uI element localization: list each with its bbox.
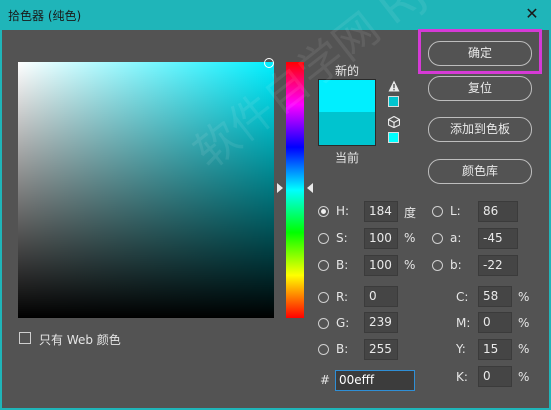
input-b-blue[interactable]: 255 <box>364 339 398 360</box>
add-to-swatches-button[interactable]: 添加到色板 <box>428 117 532 142</box>
new-color-label: 新的 <box>334 64 359 78</box>
radio-s[interactable] <box>318 233 329 244</box>
radio-g[interactable] <box>318 318 329 329</box>
warning-triangle-icon[interactable] <box>388 80 400 92</box>
label-l: L: <box>450 204 461 218</box>
title-bar: 拾色器 (纯色) ✕ <box>0 0 551 30</box>
unit-c: % <box>518 290 530 304</box>
label-g: G: <box>336 316 350 330</box>
cube-icon[interactable] <box>388 116 400 128</box>
input-b-brightness[interactable]: 100 <box>364 255 398 276</box>
label-y: Y: <box>456 342 466 356</box>
input-y[interactable]: 15 <box>478 339 512 360</box>
reset-button[interactable]: 复位 <box>428 76 532 101</box>
unit-b-brightness: % <box>404 258 416 272</box>
new-color-swatch <box>318 79 376 112</box>
radio-b-blue[interactable] <box>318 344 329 355</box>
input-m[interactable]: 0 <box>478 312 512 333</box>
input-g[interactable]: 239 <box>364 312 398 333</box>
label-a: a: <box>450 231 462 245</box>
hue-slider[interactable] <box>286 62 304 318</box>
close-icon[interactable]: ✕ <box>523 4 541 24</box>
input-s[interactable]: 100 <box>364 228 398 249</box>
color-libraries-button[interactable]: 颜色库 <box>428 159 532 184</box>
window-title: 拾色器 (纯色) <box>8 9 82 23</box>
label-b-blue: B: <box>336 342 349 356</box>
label-s: S: <box>336 231 348 245</box>
label-c: C: <box>456 290 469 304</box>
label-k: K: <box>456 370 468 384</box>
radio-h[interactable] <box>318 206 329 217</box>
color-field[interactable] <box>18 62 274 318</box>
input-a[interactable]: -45 <box>478 228 518 249</box>
hue-slider-handle-left[interactable] <box>277 183 283 193</box>
hex-label: # <box>320 373 331 387</box>
radio-b-brightness[interactable] <box>318 260 329 271</box>
input-b-lab[interactable]: -22 <box>478 255 518 276</box>
hue-slider-handle-right[interactable] <box>307 183 313 193</box>
unit-h: 度 <box>404 206 417 220</box>
input-k[interactable]: 0 <box>478 366 512 387</box>
window-border-left <box>0 30 2 410</box>
label-b-brightness: B: <box>336 258 349 272</box>
web-only-checkbox[interactable] <box>19 332 31 344</box>
radio-a[interactable] <box>432 233 443 244</box>
label-m: M: <box>456 316 471 330</box>
label-r: R: <box>336 290 349 304</box>
radio-b-lab[interactable] <box>432 260 443 271</box>
color-field-cursor[interactable] <box>264 58 274 68</box>
label-b-lab: b: <box>450 258 462 272</box>
input-r[interactable]: 0 <box>364 286 398 307</box>
label-h: H: <box>336 204 350 218</box>
current-color-label: 当前 <box>334 151 359 165</box>
unit-k: % <box>518 370 530 384</box>
radio-l[interactable] <box>432 206 443 217</box>
unit-m: % <box>518 316 530 330</box>
current-color-swatch[interactable] <box>318 112 376 146</box>
radio-r[interactable] <box>318 292 329 303</box>
web-color-swatch[interactable] <box>388 132 399 143</box>
web-only-label: 只有 Web 颜色 <box>39 333 121 347</box>
input-l[interactable]: 86 <box>478 201 518 222</box>
unit-y: % <box>518 342 530 356</box>
input-h[interactable]: 184 <box>364 201 398 222</box>
ok-button[interactable]: 确定 <box>428 41 532 66</box>
gamut-color-swatch[interactable] <box>388 96 399 107</box>
input-c[interactable]: 58 <box>478 286 512 307</box>
unit-s: % <box>404 231 416 245</box>
hex-input[interactable]: 00efff <box>335 370 415 391</box>
